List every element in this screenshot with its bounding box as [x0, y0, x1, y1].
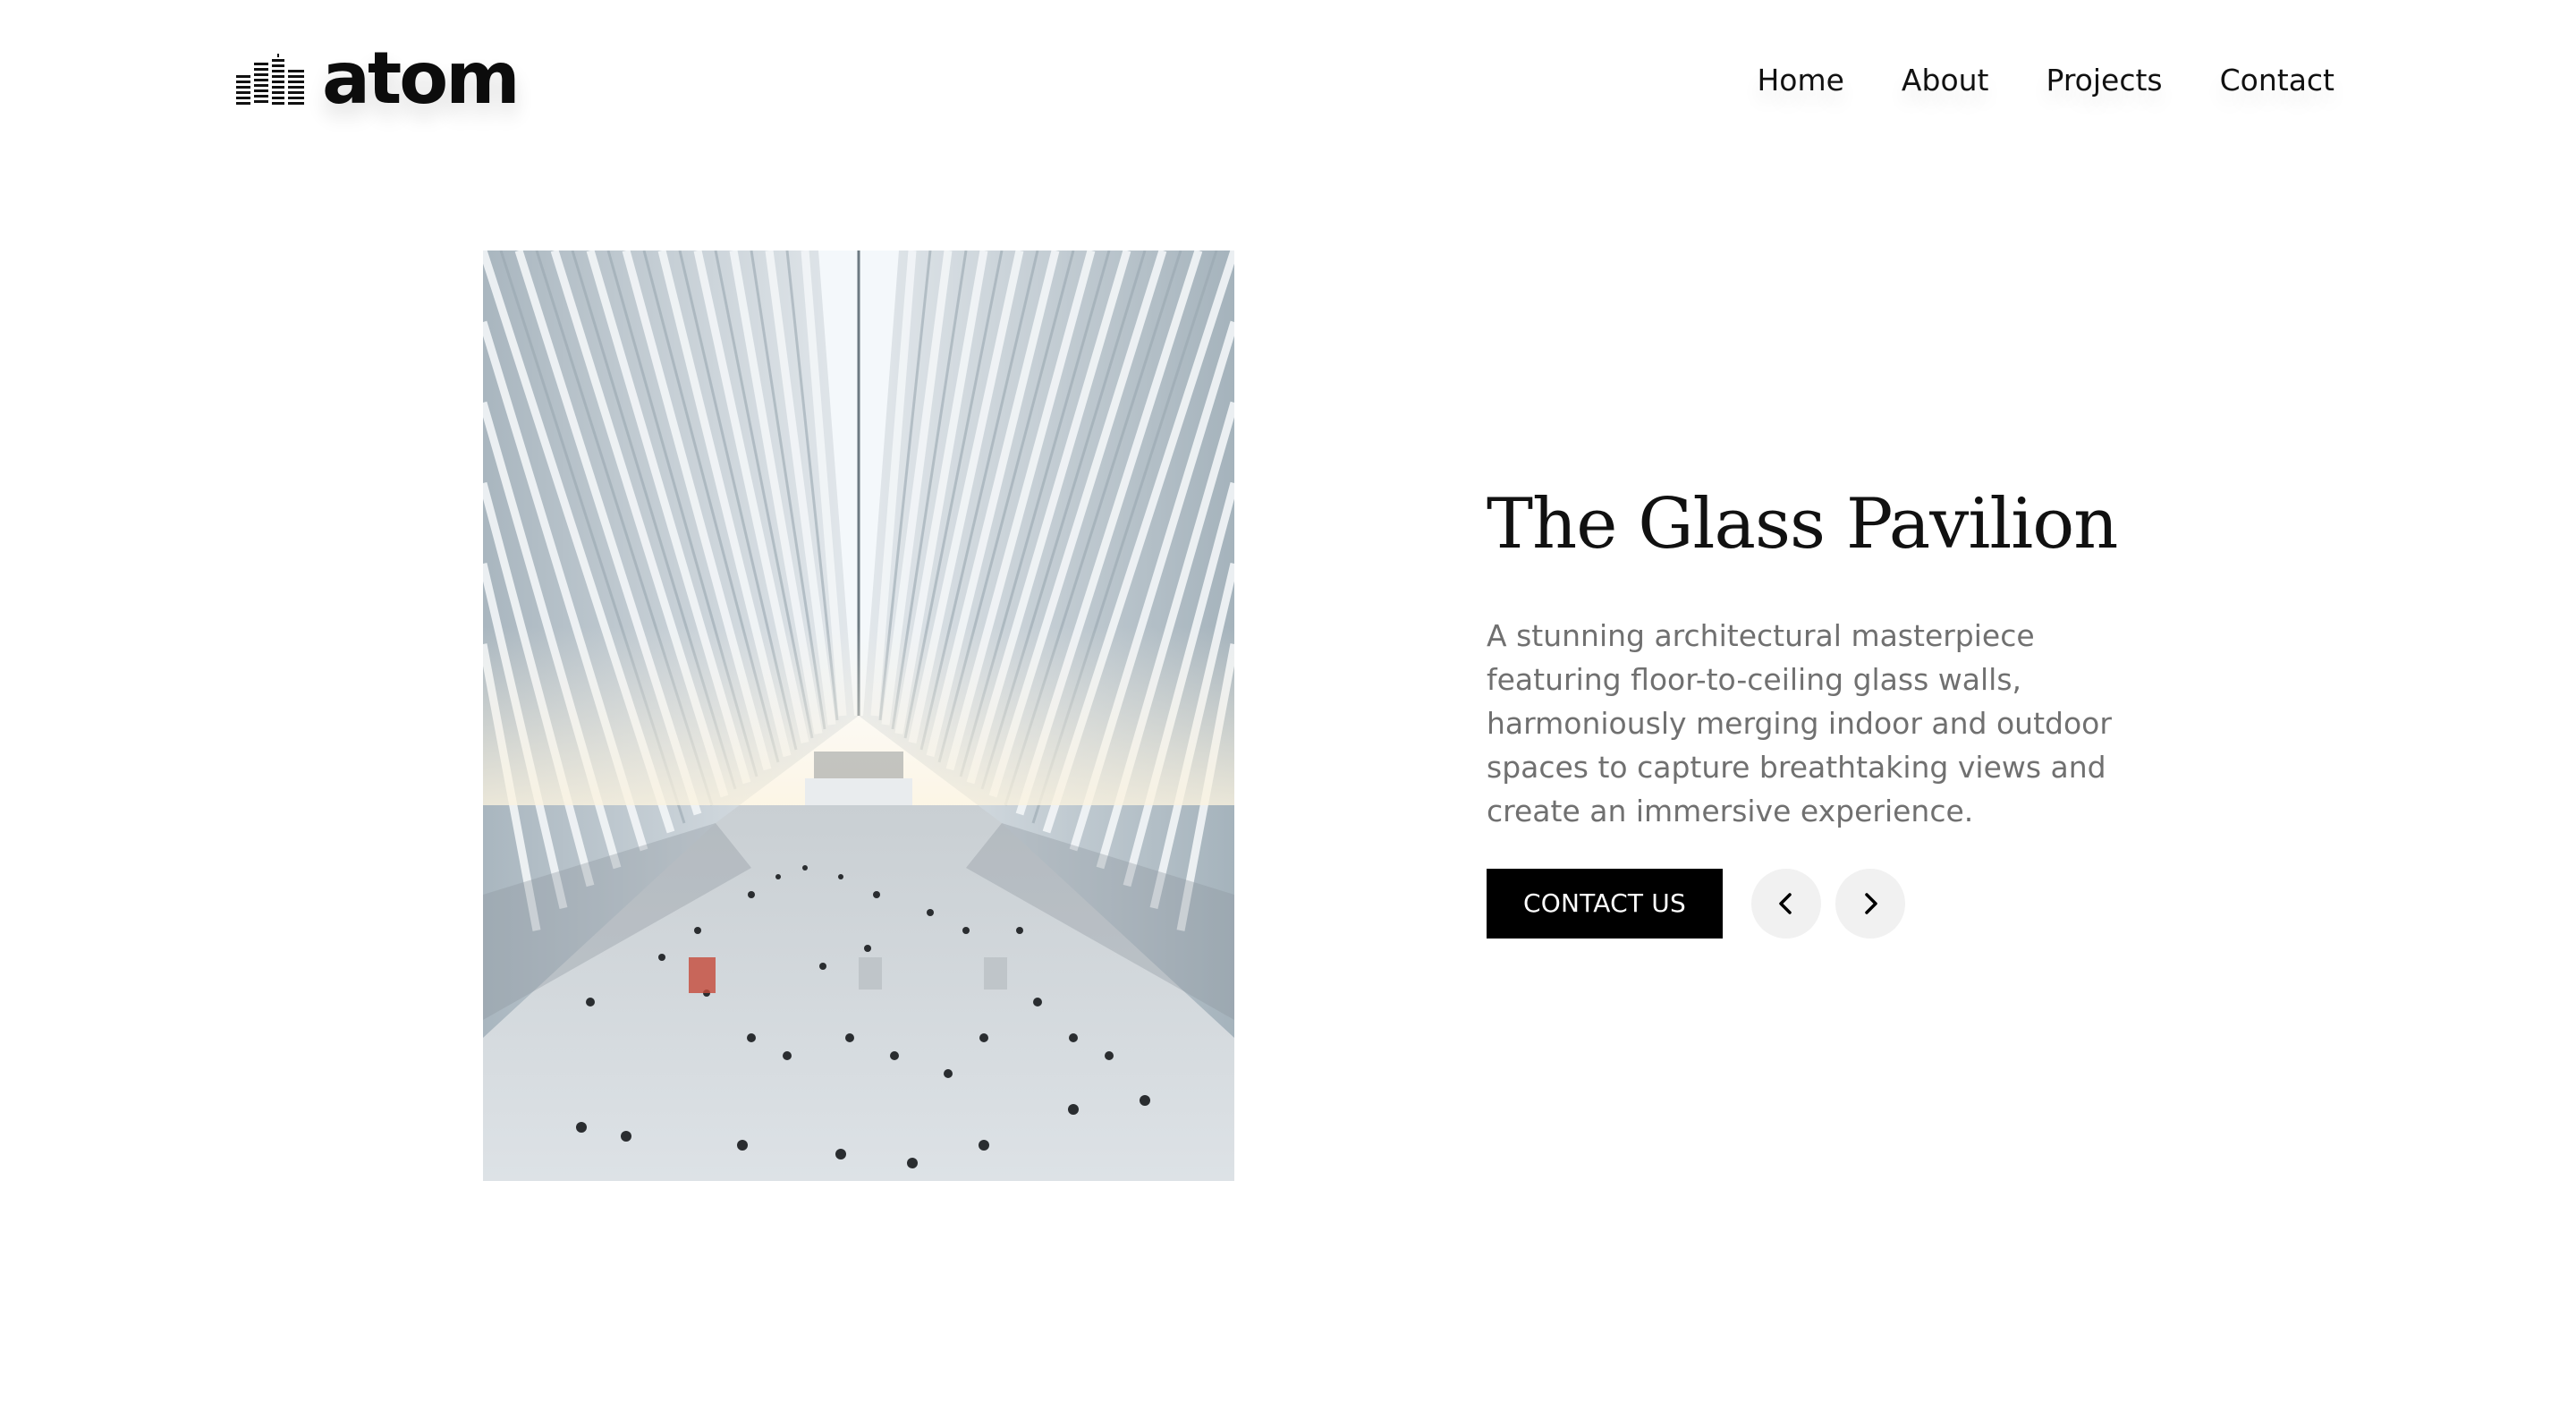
project-description: A stunning architectural masterpiece fea…	[1487, 617, 2112, 828]
contact-us-button[interactable]: CONTACT US	[1487, 868, 1723, 939]
project-details: The Glass Pavilion A stunning architectu…	[1487, 483, 2166, 939]
project-photo	[483, 251, 1234, 1181]
chevron-left-icon	[1779, 892, 1792, 914]
main-nav: Home About Projects Contact	[1699, 59, 2334, 102]
brand-logo[interactable]: atom	[234, 43, 521, 115]
nav-item-contact[interactable]: Contact	[2220, 59, 2334, 102]
nav-item-projects[interactable]: Projects	[2046, 59, 2163, 102]
nav-item-home[interactable]: Home	[1757, 59, 1843, 102]
next-slide-button[interactable]	[1835, 868, 1905, 939]
buildings-icon	[236, 54, 304, 105]
chevron-right-icon	[1865, 892, 1877, 914]
brand-name: atom	[322, 37, 521, 120]
nav-item-about[interactable]: About	[1902, 59, 1989, 102]
site-header: atom Home About Projects Contact	[0, 0, 2576, 161]
project-title: The Glass Pavilion	[1487, 484, 2118, 565]
previous-slide-button[interactable]	[1751, 868, 1821, 939]
project-actions: CONTACT US	[1487, 868, 2166, 939]
atrium-photo	[483, 251, 1234, 1181]
